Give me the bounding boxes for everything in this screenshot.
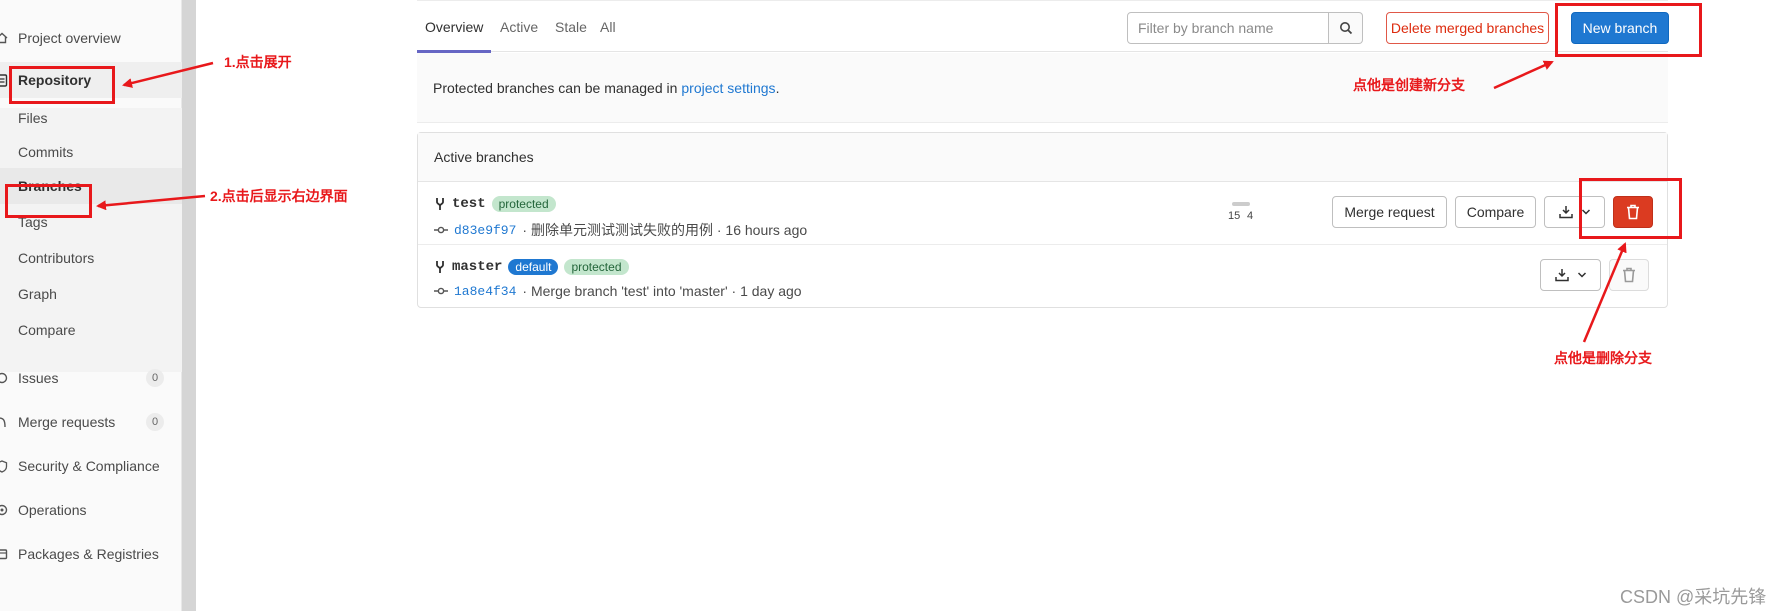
sidebar-item-operations[interactable]: Operations — [0, 492, 182, 528]
annotation-step2: 2.点击后显示右边界面 — [210, 188, 348, 204]
sidebar-item-label: Packages & Registries — [18, 546, 159, 562]
protected-badge: protected — [491, 196, 556, 212]
cloud-icon — [0, 503, 8, 517]
branch-icon — [436, 198, 444, 210]
download-dropdown-button[interactable] — [1540, 259, 1601, 291]
branch-title: master default protected — [434, 259, 629, 275]
info-text: Protected branches can be managed in — [433, 79, 678, 96]
branch-row: test protected d83e9f97 · 删除单元测试测试失败的用例 … — [418, 182, 1667, 245]
active-branches-header: Active branches — [418, 133, 1667, 182]
trash-icon — [1623, 267, 1635, 283]
sidebar-item-project-overview[interactable]: Project overview — [0, 20, 182, 56]
home-icon — [0, 31, 8, 45]
chevron-down-icon — [1577, 272, 1586, 278]
sidebar-item-label: Contributors — [18, 250, 95, 266]
sidebar-item-commits[interactable]: Commits — [0, 134, 182, 170]
compare-button[interactable]: Compare — [1455, 196, 1536, 228]
tab-overview[interactable]: Overview — [425, 19, 483, 35]
tab-stale[interactable]: Stale — [555, 19, 587, 35]
merge-request-button[interactable]: Merge request — [1332, 196, 1447, 228]
commit-sha-link[interactable]: d83e9f97 — [454, 223, 516, 238]
sidebar-scrollbar[interactable] — [182, 0, 196, 611]
info-suffix: . — [775, 79, 780, 96]
default-badge: default — [508, 259, 559, 275]
sidebar-item-label: Commits — [18, 144, 74, 160]
tab-active[interactable]: Active — [500, 19, 538, 35]
commit-sha-link[interactable]: 1a8e4f34 — [454, 284, 516, 299]
package-icon — [0, 547, 8, 561]
search-button[interactable] — [1329, 12, 1363, 44]
sidebar-item-packages-registries[interactable]: Packages & Registries — [0, 536, 182, 572]
sidebar-item-security-compliance[interactable]: Security & Compliance — [0, 448, 182, 484]
branch-icon — [436, 261, 444, 273]
protected-badge: protected — [564, 259, 629, 275]
divergence-graph: 15 4 — [1224, 202, 1264, 232]
download-icon — [1558, 206, 1573, 219]
commit-icon — [434, 287, 448, 295]
commit-info: 1a8e4f34 · Merge branch 'test' into 'mas… — [434, 283, 802, 299]
branch-filter-input[interactable] — [1127, 12, 1329, 44]
delete-merged-branches-button[interactable]: Delete merged branches — [1386, 12, 1549, 44]
issues-count-badge: 0 — [146, 369, 164, 387]
sidebar-item-label: Graph — [18, 286, 57, 302]
shield-icon — [0, 459, 8, 473]
commits-behind: 15 — [1228, 210, 1241, 222]
commit-message: · Merge branch 'test' into 'master' · 1 … — [522, 283, 802, 299]
branch-name[interactable]: test — [452, 196, 486, 212]
search-icon — [1339, 22, 1352, 35]
merge-request-icon — [0, 415, 8, 429]
sidebar-item-files[interactable]: Files — [0, 100, 182, 136]
document-icon — [0, 73, 8, 87]
annotation-step1: 1.点击展开 — [224, 54, 292, 70]
sidebar-item-label: Security & Compliance — [18, 458, 160, 474]
sidebar-item-label: Merge requests — [18, 414, 116, 430]
commit-info: d83e9f97 · 删除单元测试测试失败的用例 · 16 hours ago — [434, 220, 807, 240]
annotation-box-branches — [5, 184, 92, 218]
branch-name[interactable]: master — [452, 259, 502, 275]
delete-branch-button-disabled — [1609, 259, 1649, 291]
annotation-box-repository — [9, 66, 115, 104]
branch-title: test protected — [434, 196, 556, 212]
sidebar-item-compare[interactable]: Compare — [0, 312, 182, 348]
commit-message: · 删除单元测试测试失败的用例 · 16 hours ago — [522, 222, 808, 238]
commits-ahead: 4 — [1247, 210, 1254, 222]
annotation-box-new-branch — [1555, 3, 1702, 57]
sidebar-item-label: Issues — [18, 370, 59, 386]
branch-row: master default protected 1a8e4f34 · Merg… — [418, 245, 1667, 308]
sidebar-item-merge-requests[interactable]: Merge requests 0 — [0, 404, 182, 440]
issues-icon — [0, 371, 8, 385]
sidebar-item-graph[interactable]: Graph — [0, 276, 182, 312]
annotation-box-delete-branch — [1579, 178, 1682, 239]
watermark: CSDN @采坑先锋 — [1620, 587, 1767, 607]
annotation-new-branch: 点他是创建新分支 — [1353, 77, 1465, 93]
download-icon — [1554, 269, 1569, 282]
commit-icon — [434, 226, 448, 234]
divergence-bar — [1232, 202, 1250, 206]
protected-branches-info: Protected branches can be managed in pro… — [417, 53, 1668, 123]
active-branches-card: Active branches test protected d83e9f97 … — [417, 132, 1668, 308]
project-settings-link[interactable]: project settings — [681, 80, 775, 96]
sidebar-item-issues[interactable]: Issues 0 — [0, 360, 182, 396]
sidebar-item-label: Files — [18, 110, 48, 126]
sidebar-item-label: Operations — [18, 502, 87, 518]
sidebar-item-label: Compare — [18, 322, 76, 338]
sidebar-item-contributors[interactable]: Contributors — [0, 240, 182, 276]
annotation-delete-branch: 点他是删除分支 — [1554, 350, 1652, 366]
tab-all[interactable]: All — [600, 19, 616, 35]
merge-requests-count-badge: 0 — [146, 413, 164, 431]
sidebar-item-label: Project overview — [18, 30, 121, 46]
